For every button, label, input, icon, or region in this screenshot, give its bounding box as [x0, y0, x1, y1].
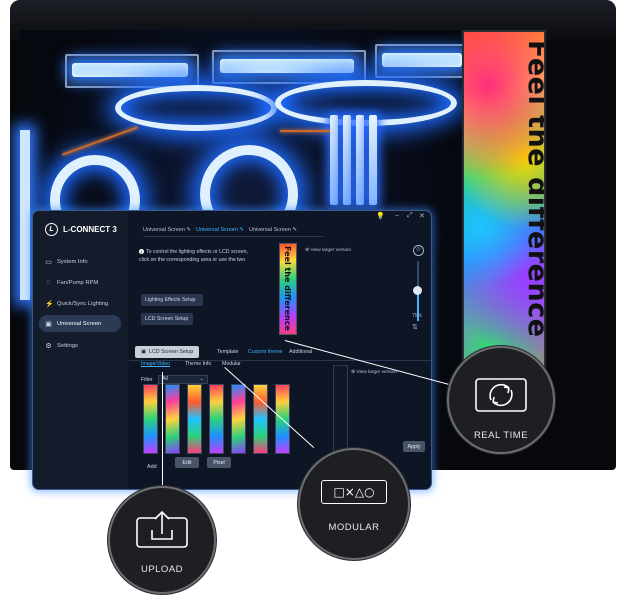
tab-additional[interactable]: Additional	[289, 349, 312, 355]
info-text: i To control the lighting effects or LCD …	[139, 248, 279, 264]
maximize-icon[interactable]: ⤢	[407, 212, 413, 220]
media-thumbnail[interactable]	[209, 384, 224, 454]
info-line-1: To control the lighting effects or LCD s…	[146, 249, 248, 255]
tab-label: Universal Screen	[143, 227, 185, 233]
view-larger-link-2[interactable]: ⊕ View larger version	[351, 370, 397, 375]
orange-accent	[280, 130, 330, 132]
magnify-icon: ⊕	[305, 248, 310, 253]
edit-icon: ✎	[186, 227, 192, 233]
sidebar-item-system-info[interactable]: ▭ System Info	[39, 253, 121, 270]
upload-icon	[136, 510, 188, 548]
tab-custom-theme[interactable]: Custom theme	[248, 349, 282, 355]
brightness-slider-knob[interactable]	[413, 286, 422, 295]
lcd-subtabs: ▣ LCD Screen Setup Template Custom theme …	[129, 346, 431, 361]
upload-label: UPLOAD	[140, 564, 184, 575]
modular-label: MODULAR	[328, 522, 380, 533]
sidebar-item-label: Universal Screen	[57, 320, 102, 327]
edit-button[interactable]: Edit	[175, 457, 199, 468]
real-time-badge: REAL TIME	[449, 348, 553, 452]
modular-badge: □×△○ MODULAR	[300, 450, 408, 558]
screen-icon: ▣	[45, 320, 52, 328]
media-thumbnail[interactable]	[187, 384, 202, 454]
top-fan-ring	[115, 85, 277, 131]
view-larger-link[interactable]: ⊕ View larger version	[305, 248, 351, 253]
led-strip	[382, 53, 462, 67]
tab-image-video[interactable]: Image/Video	[141, 361, 170, 367]
sync-icon	[475, 378, 527, 412]
info-line-2: click on the corresponding area or use t…	[139, 257, 246, 263]
view-larger-label: View larger version	[310, 248, 352, 253]
bolt-icon: ⚡	[45, 300, 54, 308]
tab-universal-screen-1[interactable]: Universal Screen ✎	[143, 227, 191, 233]
chevron-down-icon: ⌄	[199, 376, 204, 382]
rotate-screen-icon[interactable]: ⇅	[412, 323, 418, 331]
screen-icon: ▣	[141, 349, 147, 355]
top-fan-ring	[275, 80, 457, 126]
app-logo: L L-CONNECT 3	[45, 223, 117, 236]
power-icon[interactable]: ⏻	[413, 245, 424, 256]
lian-li-logo-icon: L	[45, 223, 58, 236]
ram-stick	[356, 115, 364, 205]
led-strip	[72, 63, 188, 77]
edit-icon: ✎	[292, 227, 298, 233]
lcd-banner-text: Feel the difference	[522, 40, 546, 338]
preview-panel	[333, 365, 348, 455]
fan-icon: ◌	[46, 279, 51, 286]
lightbulb-icon[interactable]: 💡	[376, 212, 385, 220]
ram-stick	[369, 115, 377, 205]
apply-button[interactable]: Apply	[403, 441, 425, 452]
side-led-strip	[20, 130, 30, 300]
monitor-icon: ▭	[45, 258, 52, 266]
callout-line-upload	[162, 372, 163, 492]
sidebar-item-label: Fan/Pump RPM	[57, 279, 99, 286]
pixel-button[interactable]: Pixel	[207, 457, 231, 468]
media-thumbnail[interactable]	[165, 384, 180, 454]
shapes-icon: □×△○	[321, 480, 387, 504]
sidebar-item-label: Quick/Sync Lighting	[57, 300, 109, 307]
tab-lcd-screen-setup[interactable]: ▣ LCD Screen Setup	[135, 346, 200, 358]
view-larger-label: View larger version	[356, 370, 398, 375]
lcd-preview[interactable]: Feel the difference	[279, 243, 297, 335]
tab-divider	[143, 236, 323, 237]
ram-stick	[330, 115, 338, 205]
magnify-icon: ⊕	[351, 370, 356, 375]
sidebar-item-quick-sync-lighting[interactable]: ⚡ Quick/Sync Lighting	[39, 295, 121, 312]
sidebar-item-fan-pump-rpm[interactable]: ◌ Fan/Pump RPM	[39, 274, 121, 291]
app-brand: L-CONNECT 3	[63, 225, 117, 234]
sidebar-item-settings[interactable]: ⚙ Settings	[39, 337, 121, 354]
l-connect-window: L L-CONNECT 3 ▭ System Info ◌ Fan/Pump R…	[32, 210, 432, 490]
filter-dropdown[interactable]: All ⌄	[158, 375, 208, 384]
tab-label: Universal Screen	[249, 227, 291, 233]
sidebar-item-universal-screen[interactable]: ▣ Universal Screen	[39, 315, 121, 332]
media-thumbnail[interactable]	[143, 384, 158, 454]
tab-theme-info[interactable]: Theme Info	[185, 361, 211, 367]
sidebar: L L-CONNECT 3 ▭ System Info ◌ Fan/Pump R…	[33, 211, 128, 489]
close-icon[interactable]: ✕	[419, 212, 425, 220]
upload-badge: UPLOAD	[110, 488, 214, 592]
gear-icon: ⚙	[45, 342, 52, 350]
info-icon: i	[139, 249, 144, 254]
sidebar-item-label: Settings	[57, 342, 78, 349]
media-thumbnail[interactable]	[231, 384, 246, 454]
sidebar-item-label: System Info	[57, 258, 88, 265]
led-strip	[220, 59, 354, 73]
brightness-value: 75%	[412, 313, 423, 319]
add-button[interactable]: Add	[147, 464, 157, 470]
lcd-screen-setup-button[interactable]: LCD Screen Setup	[141, 313, 193, 325]
tab-label: Universal Screen	[196, 227, 238, 233]
edit-icon: ✎	[239, 227, 245, 233]
tab-label: LCD Screen Setup	[149, 349, 194, 355]
filter-label: Filter	[141, 377, 153, 383]
ram-stick	[343, 115, 351, 205]
preview-text: Feel the difference	[283, 246, 292, 331]
lighting-effects-setup-button[interactable]: Lighting Effects Setup	[141, 294, 203, 306]
orange-accent	[62, 126, 138, 156]
tab-universal-screen-2[interactable]: Universal Screen ✎	[196, 227, 244, 233]
real-time-label: REAL TIME	[473, 430, 529, 441]
tab-template[interactable]: Template	[217, 349, 239, 355]
minimize-icon[interactable]: –	[395, 212, 399, 219]
tab-universal-screen-3[interactable]: Universal Screen ✎	[249, 227, 297, 233]
case-lcd-screen: Feel the difference	[462, 30, 546, 389]
